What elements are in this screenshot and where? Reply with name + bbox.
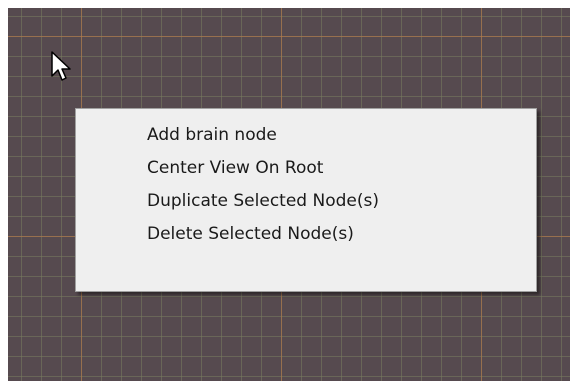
arrow-pointer-icon <box>51 51 71 81</box>
menu-item-center-view-on-root[interactable]: Center View On Root <box>76 152 536 185</box>
menu-item-delete-selected-nodes[interactable]: Delete Selected Node(s) <box>76 218 536 251</box>
menu-item-duplicate-selected-nodes[interactable]: Duplicate Selected Node(s) <box>76 185 536 218</box>
node-graph-canvas[interactable]: Add brain node Center View On Root Dupli… <box>8 8 570 381</box>
screenshot-frame: Add brain node Center View On Root Dupli… <box>0 0 574 385</box>
menu-item-add-brain-node[interactable]: Add brain node <box>76 119 536 152</box>
context-menu: Add brain node Center View On Root Dupli… <box>75 108 537 292</box>
